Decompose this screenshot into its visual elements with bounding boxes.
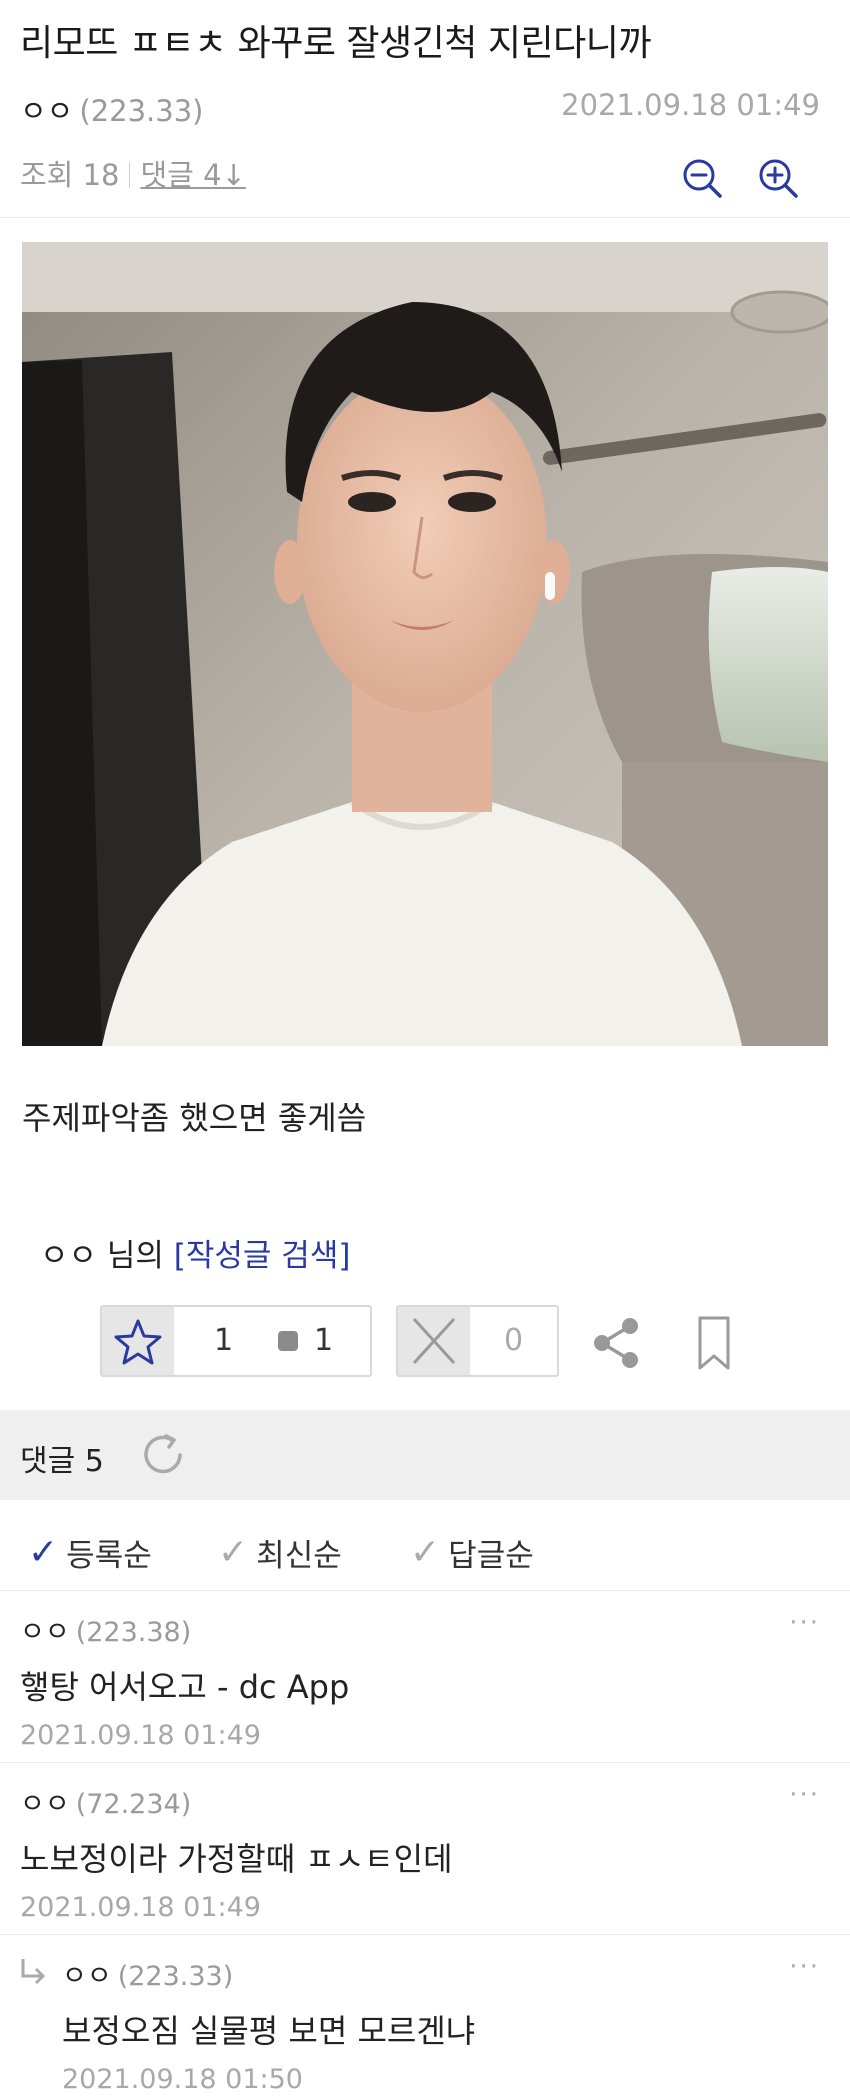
stats-divider — [129, 162, 131, 188]
comment-section-title: 댓글 5 — [20, 1444, 104, 1479]
author-search-prefix: ㅇㅇ 님의 — [40, 1238, 164, 1274]
refresh-icon[interactable] — [138, 1430, 188, 1480]
comment-count-link[interactable]: 댓글 4↓ — [140, 158, 245, 192]
recommend-button[interactable]: 1 1 — [100, 1305, 372, 1377]
comment-author[interactable]: ㅇㅇ (223.38) — [20, 1610, 191, 1649]
check-icon: ✓ — [410, 1532, 441, 1573]
comment-text: 보정오짐 실물평 보면 모르겐냐 — [62, 2012, 476, 2050]
view-count: 조회 18 — [20, 158, 120, 192]
sort-latest[interactable]: ✓ 최신순 — [218, 1530, 342, 1575]
comment-divider — [0, 1762, 850, 1763]
comment-author[interactable]: ㅇㅇ (72.234) — [20, 1782, 191, 1821]
fix-recommend-icon — [278, 1331, 298, 1351]
nonrecommend-button[interactable]: 0 — [396, 1305, 559, 1377]
x-icon — [398, 1307, 470, 1375]
comment-date: 2021.09.18 01:49 — [20, 1720, 261, 1751]
comment-item: ㅇㅇ (223.38) ··· 햏탕 어서오고 - dc App 2021.09.… — [0, 1600, 850, 1770]
comment-text: 노보정이라 가정할때 ㅍㅅㅌ인데 — [20, 1840, 453, 1878]
comment-date: 2021.09.18 01:49 — [20, 1892, 261, 1923]
more-icon[interactable]: ··· — [789, 1608, 820, 1638]
header-divider — [0, 217, 850, 218]
reply-item: ㅇㅇ (223.33) ··· 보정오짐 실물평 보면 모르겐냐 2021.09.… — [0, 1944, 850, 2096]
comment-item: ㅇㅇ (72.234) ··· 노보정이라 가정할때 ㅍㅅㅌ인데 2021.09.… — [0, 1772, 850, 1942]
check-icon: ✓ — [218, 1532, 249, 1573]
more-icon[interactable]: ··· — [789, 1952, 820, 1982]
zoom-out-icon[interactable] — [680, 156, 724, 200]
selfie-image — [22, 242, 828, 1046]
comment-sort-bar: ✓ 등록순 ✓ 최신순 ✓ 답글순 — [0, 1520, 850, 1588]
comment-author-ip: (72.234) — [75, 1789, 192, 1820]
sort-label: 등록순 — [66, 1538, 152, 1574]
comment-author-ip: (223.33) — [117, 1961, 234, 1992]
share-icon[interactable] — [590, 1316, 644, 1370]
comment-author-name: ㅇㅇ — [20, 1617, 70, 1648]
author-search: ㅇㅇ 님의 [작성글 검색] — [40, 1230, 350, 1275]
zoom-in-icon[interactable] — [756, 156, 800, 200]
post-meta: ㅇㅇ (223.33) 2021.09.18 01:49 — [20, 88, 830, 128]
comment-author-name: ㅇㅇ — [62, 1961, 112, 1992]
author-name: ㅇㅇ — [20, 94, 74, 128]
author-ip: (223.33) — [79, 94, 204, 128]
comment-author-name: ㅇㅇ — [20, 1789, 70, 1820]
comment-divider — [0, 1934, 850, 1935]
nonrecommend-count: 0 — [504, 1323, 524, 1358]
comment-divider — [0, 1590, 850, 1591]
post-date: 2021.09.18 01:49 — [561, 88, 820, 122]
recommend-count: 1 — [214, 1323, 234, 1358]
reply-arrow-icon — [21, 1959, 46, 1985]
check-icon: ✓ — [28, 1532, 59, 1573]
comment-author-ip: (223.38) — [75, 1617, 192, 1648]
sort-label: 최신순 — [256, 1538, 342, 1574]
post-photo[interactable] — [22, 242, 828, 1046]
comment-section-header: 댓글 5 — [0, 1410, 850, 1500]
sort-replies[interactable]: ✓ 답글순 — [410, 1530, 534, 1575]
comment-date: 2021.09.18 01:50 — [62, 2064, 303, 2095]
bookmark-icon[interactable] — [690, 1314, 738, 1372]
post-body: 주제파악좀 했으면 좋게씀 — [22, 1099, 367, 1137]
sort-label: 답글순 — [448, 1538, 534, 1574]
star-icon — [102, 1307, 174, 1375]
comment-text: 햏탕 어서오고 - dc App — [20, 1668, 350, 1706]
comment-author[interactable]: ㅇㅇ (223.33) — [62, 1954, 233, 1993]
fix-recommend-count: 1 — [314, 1323, 334, 1358]
sort-registered[interactable]: ✓ 등록순 — [28, 1530, 152, 1575]
author-search-link[interactable]: [작성글 검색] — [174, 1238, 351, 1274]
post-stats: 조회 18 댓글 4↓ — [20, 152, 246, 194]
post-title: 리모뜨 ㅍㅌㅊ 와꾸로 잘생긴척 지린다니까 — [20, 23, 651, 64]
post-author[interactable]: ㅇㅇ (223.33) — [20, 88, 203, 130]
more-icon[interactable]: ··· — [789, 1780, 820, 1810]
